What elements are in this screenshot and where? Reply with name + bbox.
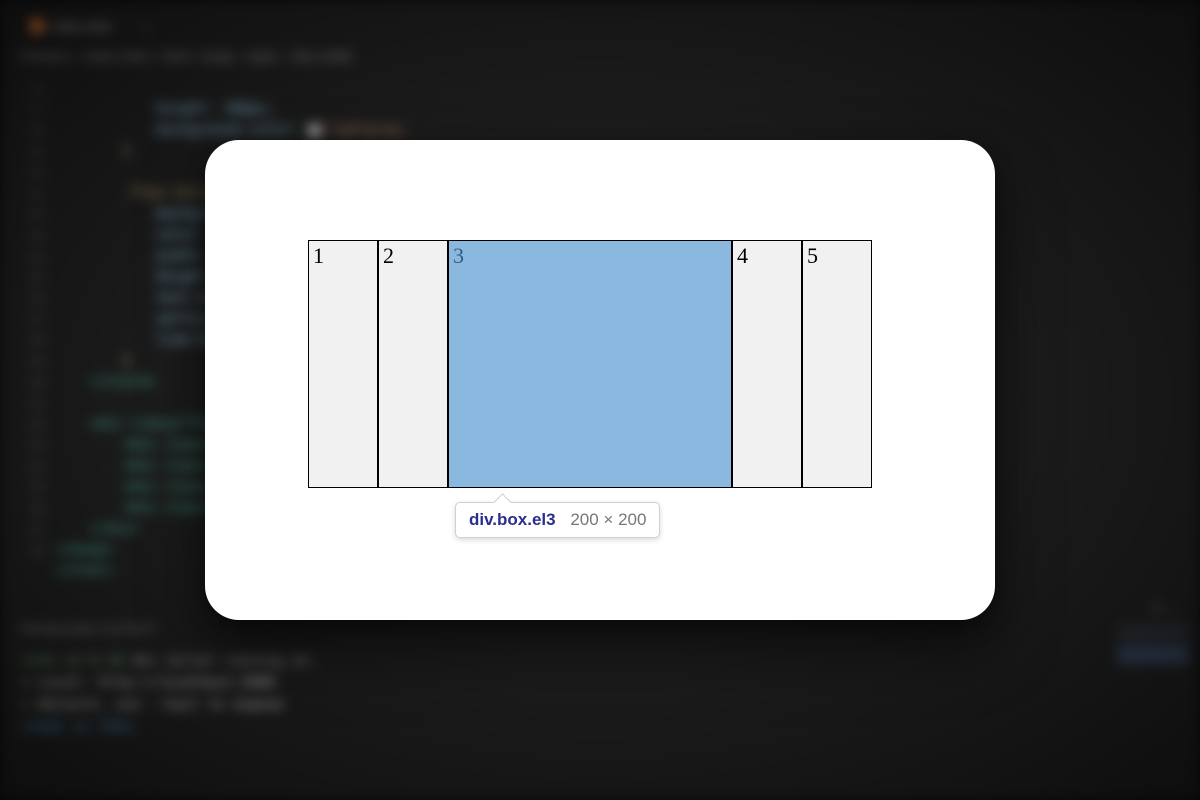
panel-tabs[interactable]: PROBLEMS OUTPUT: [20, 622, 157, 637]
flex-container: 1 2 3 4 5: [308, 240, 872, 488]
flex-box-5[interactable]: 5: [802, 241, 871, 487]
tab-filename: index.html: [52, 19, 111, 34]
line-number-gutter: 16 17 18 19 20 21 22 23 24 25 26 27 28 2…: [20, 78, 44, 561]
inspector-selector: div.box.el3: [469, 510, 556, 529]
terminal-output[interactable]: vite v2.9.10 dev server running at: > Lo…: [22, 650, 317, 738]
flex-box-4[interactable]: 4: [732, 241, 802, 487]
preview-card: 1 2 3 4 5 div.box.el3 200 × 200: [205, 140, 995, 620]
terminal-list: [1118, 620, 1188, 680]
terminal-list-item[interactable]: [1118, 624, 1188, 642]
breadcrumb[interactable]: Flexbox › index.html › html › body › sty…: [20, 48, 351, 64]
color-swatch-icon: [308, 124, 321, 137]
flex-box-3-selected[interactable]: 3: [448, 241, 732, 487]
new-terminal-icon[interactable]: + …: [1152, 600, 1180, 617]
flex-box-2[interactable]: 2: [378, 241, 448, 487]
editor-tab[interactable]: index.html ×: [20, 8, 160, 42]
terminal-list-item[interactable]: [1118, 646, 1188, 664]
html-file-icon: [30, 19, 44, 33]
close-icon[interactable]: ×: [142, 19, 150, 34]
flex-box-1[interactable]: 1: [309, 241, 378, 487]
inspector-dimensions: 200 × 200: [570, 510, 646, 529]
element-inspector-tooltip: div.box.el3 200 × 200: [455, 502, 660, 538]
